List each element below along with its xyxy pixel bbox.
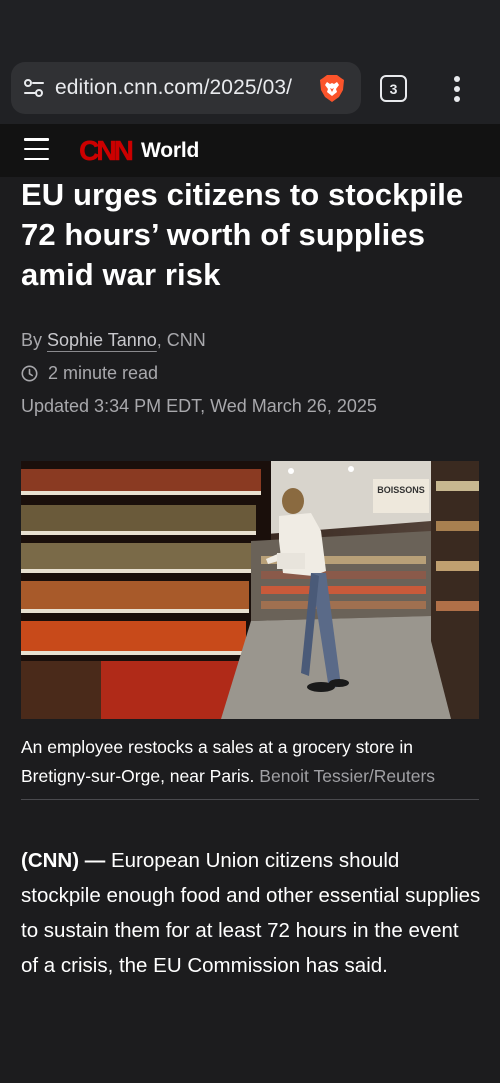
cnn-logo[interactable]: CNN [74, 135, 136, 165]
site-settings-icon[interactable] [23, 77, 45, 99]
tab-switcher-button[interactable]: 3 [380, 75, 407, 102]
browser-toolbar: edition.cnn.com/2025/03/ 3 [0, 56, 500, 124]
dateline: (CNN) — [21, 849, 106, 872]
url-text[interactable]: edition.cnn.com/2025/03/ [55, 76, 305, 100]
updated-timestamp: Updated 3:34 PM EDT, Wed March 26, 2025 [21, 396, 377, 416]
status-bar-area [0, 0, 500, 56]
article-lede: (CNN) — European Union citizens should s… [21, 843, 481, 983]
photo-caption: An employee restocks a sales at a grocer… [21, 733, 479, 791]
photo-credit: Benoit Tessier/Reuters [259, 766, 436, 786]
tab-count: 3 [389, 80, 398, 97]
author-link[interactable]: Sophie Tanno [47, 330, 157, 350]
svg-text:BOISSONS: BOISSONS [377, 485, 425, 495]
caption-divider [21, 799, 479, 800]
article: EU urges citizens to stockpile 72 hours’… [0, 177, 500, 1083]
read-time: 2 minute read [21, 363, 158, 384]
clock-icon [21, 365, 38, 382]
address-bar[interactable]: edition.cnn.com/2025/03/ [11, 62, 361, 114]
headline: EU urges citizens to stockpile 72 hours’… [21, 177, 464, 292]
site-header: CNN World [0, 124, 500, 177]
read-time-text: 2 minute read [48, 363, 159, 383]
more-options-icon[interactable] [444, 72, 470, 106]
svg-text:CNN: CNN [79, 135, 132, 165]
hamburger-menu-icon[interactable] [24, 138, 49, 160]
byline-suffix: , CNN [156, 330, 206, 350]
section-label[interactable]: World [141, 139, 199, 163]
article-photo[interactable]: BOISSONS [21, 461, 479, 719]
byline-prefix: By [21, 330, 48, 350]
byline: By Sophie Tanno, CNN [21, 330, 206, 351]
brave-shields-icon[interactable] [317, 73, 347, 103]
